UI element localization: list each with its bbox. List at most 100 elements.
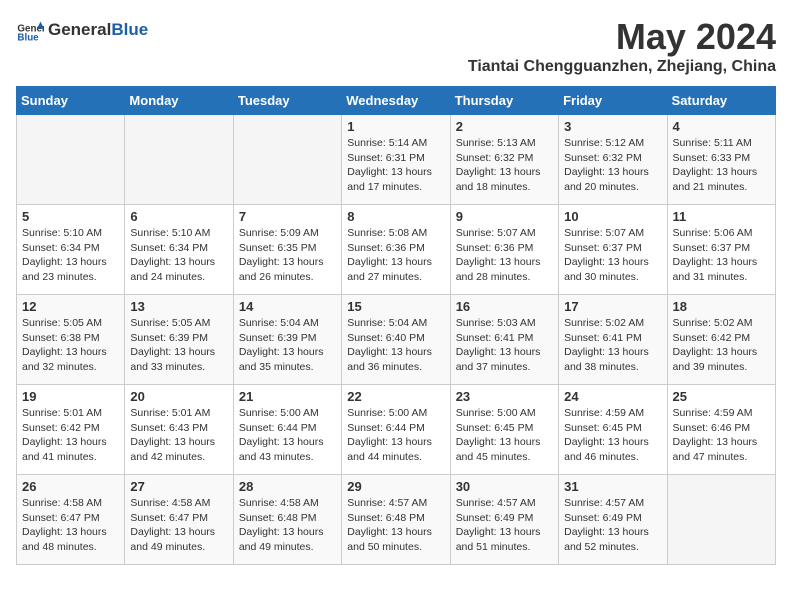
week-row-3: 12Sunrise: 5:05 AMSunset: 6:38 PMDayligh… [17, 295, 776, 385]
day-info: Sunrise: 5:14 AMSunset: 6:31 PMDaylight:… [347, 136, 444, 195]
header: General Blue GeneralBlue May 2024 Tianta… [16, 16, 776, 76]
day-cell: 6 Sunrise: 5:10 AMSunset: 6:34 PMDaylight… [125, 205, 233, 295]
day-cell: 10Sunrise: 5:07 AMSunset: 6:37 PMDayligh… [559, 205, 667, 295]
day-info: Sunrise: 5:06 AMSunset: 6:37 PMDaylight:… [673, 226, 770, 285]
month-title: May 2024 [468, 16, 776, 58]
weekday-header-friday: Friday [559, 87, 667, 115]
day-number: 24 [564, 389, 661, 404]
day-cell: 12Sunrise: 5:05 AMSunset: 6:38 PMDayligh… [17, 295, 125, 385]
week-row-1: 1 Sunrise: 5:14 AMSunset: 6:31 PMDaylight… [17, 115, 776, 205]
day-cell: 11 Sunrise: 5:06 AMSunset: 6:37 PMDayligh… [667, 205, 775, 295]
day-number: 26 [22, 479, 119, 494]
calendar-table: SundayMondayTuesdayWednesdayThursdayFrid… [16, 86, 776, 565]
title-area: May 2024 Tiantai Chengguanzhen, Zhejiang… [468, 16, 776, 76]
day-info: Sunrise: 5:13 AMSunset: 6:32 PMDaylight:… [456, 136, 553, 195]
day-info: Sunrise: 5:09 AMSunset: 6:35 PMDaylight:… [239, 226, 336, 285]
day-info: Sunrise: 5:08 AMSunset: 6:36 PMDaylight:… [347, 226, 444, 285]
day-cell: 8 Sunrise: 5:08 AMSunset: 6:36 PMDaylight… [342, 205, 450, 295]
logo-blue-text: Blue [111, 20, 148, 40]
day-number: 15 [347, 299, 444, 314]
day-number: 9 [456, 209, 553, 224]
weekday-header-saturday: Saturday [667, 87, 775, 115]
day-number: 8 [347, 209, 444, 224]
day-cell: 9 Sunrise: 5:07 AMSunset: 6:36 PMDaylight… [450, 205, 558, 295]
day-number: 3 [564, 119, 661, 134]
weekday-header-thursday: Thursday [450, 87, 558, 115]
weekday-header-sunday: Sunday [17, 87, 125, 115]
day-cell: 5Sunrise: 5:10 AMSunset: 6:34 PMDaylight… [17, 205, 125, 295]
weekday-header-tuesday: Tuesday [233, 87, 341, 115]
day-info: Sunrise: 4:58 AMSunset: 6:48 PMDaylight:… [239, 496, 336, 555]
day-number: 29 [347, 479, 444, 494]
day-cell: 27 Sunrise: 4:58 AMSunset: 6:47 PMDayligh… [125, 475, 233, 565]
weekday-header-row: SundayMondayTuesdayWednesdayThursdayFrid… [17, 87, 776, 115]
day-info: Sunrise: 5:02 AMSunset: 6:41 PMDaylight:… [564, 316, 661, 375]
day-number: 27 [130, 479, 227, 494]
day-cell: 14 Sunrise: 5:04 AMSunset: 6:39 PMDayligh… [233, 295, 341, 385]
day-cell: 31 Sunrise: 4:57 AMSunset: 6:49 PMDayligh… [559, 475, 667, 565]
day-number: 14 [239, 299, 336, 314]
day-number: 23 [456, 389, 553, 404]
logo: General Blue GeneralBlue [16, 16, 148, 44]
day-info: Sunrise: 5:00 AMSunset: 6:44 PMDaylight:… [347, 406, 444, 465]
day-number: 30 [456, 479, 553, 494]
day-number: 1 [347, 119, 444, 134]
day-number: 16 [456, 299, 553, 314]
day-cell: 2Sunrise: 5:13 AMSunset: 6:32 PMDaylight… [450, 115, 558, 205]
logo-general-text: General [48, 20, 111, 40]
day-number: 17 [564, 299, 661, 314]
day-info: Sunrise: 5:10 AMSunset: 6:34 PMDaylight:… [22, 226, 119, 285]
day-number: 6 [130, 209, 227, 224]
week-row-2: 5Sunrise: 5:10 AMSunset: 6:34 PMDaylight… [17, 205, 776, 295]
day-info: Sunrise: 5:01 AMSunset: 6:43 PMDaylight:… [130, 406, 227, 465]
day-cell: 3Sunrise: 5:12 AMSunset: 6:32 PMDaylight… [559, 115, 667, 205]
day-cell: 24 Sunrise: 4:59 AMSunset: 6:45 PMDayligh… [559, 385, 667, 475]
day-cell: 1 Sunrise: 5:14 AMSunset: 6:31 PMDaylight… [342, 115, 450, 205]
day-info: Sunrise: 4:57 AMSunset: 6:48 PMDaylight:… [347, 496, 444, 555]
day-info: Sunrise: 5:00 AMSunset: 6:44 PMDaylight:… [239, 406, 336, 465]
day-cell: 7 Sunrise: 5:09 AMSunset: 6:35 PMDaylight… [233, 205, 341, 295]
day-number: 18 [673, 299, 770, 314]
day-info: Sunrise: 5:03 AMSunset: 6:41 PMDaylight:… [456, 316, 553, 375]
day-info: Sunrise: 5:04 AMSunset: 6:39 PMDaylight:… [239, 316, 336, 375]
logo-icon: General Blue [16, 16, 44, 44]
day-info: Sunrise: 5:11 AMSunset: 6:33 PMDaylight:… [673, 136, 770, 195]
day-cell [17, 115, 125, 205]
day-cell: 15 Sunrise: 5:04 AMSunset: 6:40 PMDayligh… [342, 295, 450, 385]
day-cell: 28Sunrise: 4:58 AMSunset: 6:48 PMDayligh… [233, 475, 341, 565]
day-cell: 20Sunrise: 5:01 AMSunset: 6:43 PMDayligh… [125, 385, 233, 475]
day-info: Sunrise: 4:57 AMSunset: 6:49 PMDaylight:… [456, 496, 553, 555]
weekday-header-monday: Monday [125, 87, 233, 115]
day-number: 10 [564, 209, 661, 224]
day-cell: 23Sunrise: 5:00 AMSunset: 6:45 PMDayligh… [450, 385, 558, 475]
day-cell: 25Sunrise: 4:59 AMSunset: 6:46 PMDayligh… [667, 385, 775, 475]
day-info: Sunrise: 5:07 AMSunset: 6:36 PMDaylight:… [456, 226, 553, 285]
day-cell: 18 Sunrise: 5:02 AMSunset: 6:42 PMDayligh… [667, 295, 775, 385]
day-cell: 19 Sunrise: 5:01 AMSunset: 6:42 PMDayligh… [17, 385, 125, 475]
day-number: 13 [130, 299, 227, 314]
day-number: 19 [22, 389, 119, 404]
day-info: Sunrise: 4:57 AMSunset: 6:49 PMDaylight:… [564, 496, 661, 555]
day-number: 11 [673, 209, 770, 224]
day-info: Sunrise: 5:05 AMSunset: 6:39 PMDaylight:… [130, 316, 227, 375]
day-cell [125, 115, 233, 205]
day-info: Sunrise: 5:10 AMSunset: 6:34 PMDaylight:… [130, 226, 227, 285]
day-info: Sunrise: 5:05 AMSunset: 6:38 PMDaylight:… [22, 316, 119, 375]
day-info: Sunrise: 4:59 AMSunset: 6:45 PMDaylight:… [564, 406, 661, 465]
day-cell: 21 Sunrise: 5:00 AMSunset: 6:44 PMDayligh… [233, 385, 341, 475]
weekday-header-wednesday: Wednesday [342, 87, 450, 115]
day-info: Sunrise: 5:04 AMSunset: 6:40 PMDaylight:… [347, 316, 444, 375]
day-info: Sunrise: 5:01 AMSunset: 6:42 PMDaylight:… [22, 406, 119, 465]
location-title: Tiantai Chengguanzhen, Zhejiang, China [468, 58, 776, 76]
day-info: Sunrise: 5:02 AMSunset: 6:42 PMDaylight:… [673, 316, 770, 375]
day-cell [667, 475, 775, 565]
day-number: 31 [564, 479, 661, 494]
day-cell: 13 Sunrise: 5:05 AMSunset: 6:39 PMDayligh… [125, 295, 233, 385]
day-number: 7 [239, 209, 336, 224]
day-info: Sunrise: 4:58 AMSunset: 6:47 PMDaylight:… [130, 496, 227, 555]
day-number: 4 [673, 119, 770, 134]
day-cell: 26Sunrise: 4:58 AMSunset: 6:47 PMDayligh… [17, 475, 125, 565]
day-number: 21 [239, 389, 336, 404]
day-cell: 17 Sunrise: 5:02 AMSunset: 6:41 PMDayligh… [559, 295, 667, 385]
day-cell [233, 115, 341, 205]
